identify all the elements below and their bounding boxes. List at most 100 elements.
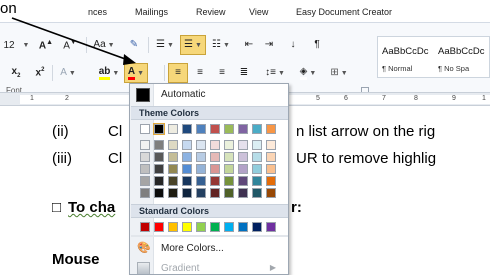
gradient-item[interactable]: Gradient ▶ xyxy=(131,258,288,274)
style-no-spacing[interactable]: AaBbCcDc ¶ No Spa xyxy=(434,37,490,77)
color-swatch[interactable] xyxy=(196,152,206,162)
color-swatch[interactable] xyxy=(154,152,164,162)
color-swatch[interactable] xyxy=(224,188,234,198)
text-highlight-color-button[interactable]: ab ▼ xyxy=(96,63,122,83)
color-swatch[interactable] xyxy=(266,176,276,186)
color-swatch[interactable] xyxy=(154,188,164,198)
center-button[interactable]: ≡ xyxy=(190,63,210,83)
color-swatch[interactable] xyxy=(266,140,276,150)
superscript-button[interactable]: x2 xyxy=(30,63,50,83)
color-swatch[interactable] xyxy=(182,124,192,134)
tab-view[interactable]: View xyxy=(249,7,268,17)
color-swatch[interactable] xyxy=(224,176,234,186)
color-swatch[interactable] xyxy=(140,188,150,198)
align-left-button[interactable]: ≡ xyxy=(168,63,188,83)
color-swatch[interactable] xyxy=(168,222,178,232)
font-color-button[interactable]: A ▼ xyxy=(124,63,148,83)
color-swatch[interactable] xyxy=(154,222,164,232)
color-swatch[interactable] xyxy=(224,152,234,162)
color-swatch[interactable] xyxy=(252,152,262,162)
color-swatch[interactable] xyxy=(168,188,178,198)
color-swatch[interactable] xyxy=(238,152,248,162)
justify-button[interactable]: ≣ xyxy=(234,63,254,83)
color-swatch[interactable] xyxy=(252,222,262,232)
color-swatch[interactable] xyxy=(210,222,220,232)
color-swatch[interactable] xyxy=(168,164,178,174)
numbering-button[interactable]: ☰ ▼ xyxy=(180,35,206,55)
font-size-box[interactable]: 12 xyxy=(0,35,18,55)
color-swatch[interactable] xyxy=(238,124,248,134)
color-swatch[interactable] xyxy=(224,124,234,134)
tab-review[interactable]: Review xyxy=(196,7,226,17)
color-swatch[interactable] xyxy=(182,222,192,232)
color-swatch[interactable] xyxy=(182,188,192,198)
color-swatch[interactable] xyxy=(168,140,178,150)
color-swatch[interactable] xyxy=(140,176,150,186)
color-swatch[interactable] xyxy=(252,140,262,150)
color-swatch[interactable] xyxy=(238,164,248,174)
color-swatch[interactable] xyxy=(210,152,220,162)
bullets-button[interactable]: ☰ ▼ xyxy=(152,35,178,55)
color-swatch[interactable] xyxy=(224,222,234,232)
color-swatch[interactable] xyxy=(168,176,178,186)
color-swatch[interactable] xyxy=(210,124,220,134)
sort-button[interactable]: ↓ xyxy=(284,35,302,55)
color-swatch[interactable] xyxy=(252,164,262,174)
color-swatch[interactable] xyxy=(224,164,234,174)
change-case-button[interactable]: Aa ▼ xyxy=(92,35,116,55)
align-right-button[interactable]: ≡ xyxy=(212,63,232,83)
color-swatch[interactable] xyxy=(252,176,262,186)
color-swatch[interactable] xyxy=(153,123,165,135)
tab-easy-document-creator[interactable]: Easy Document Creator xyxy=(296,7,392,17)
text-effects-button[interactable]: A ▼ xyxy=(58,63,78,83)
color-swatch[interactable] xyxy=(140,152,150,162)
color-swatch[interactable] xyxy=(196,222,206,232)
color-swatch[interactable] xyxy=(210,176,220,186)
color-swatch[interactable] xyxy=(140,222,150,232)
color-swatch[interactable] xyxy=(140,140,150,150)
color-swatch[interactable] xyxy=(154,140,164,150)
color-swatch[interactable] xyxy=(252,188,262,198)
more-colors-item[interactable]: 🎨 More Colors... xyxy=(131,238,288,258)
style-normal[interactable]: AaBbCcDc ¶ Normal xyxy=(378,37,434,77)
color-swatch[interactable] xyxy=(224,140,234,150)
line-spacing-button[interactable]: ↕≡ ▼ xyxy=(262,63,288,83)
color-swatch[interactable] xyxy=(238,222,248,232)
color-swatch[interactable] xyxy=(196,176,206,186)
color-swatch[interactable] xyxy=(210,140,220,150)
color-swatch[interactable] xyxy=(168,152,178,162)
color-swatch[interactable] xyxy=(182,164,192,174)
color-swatch[interactable] xyxy=(182,152,192,162)
color-swatch[interactable] xyxy=(266,124,276,134)
clear-formatting-button[interactable]: ✎ xyxy=(125,35,143,55)
color-swatch[interactable] xyxy=(154,164,164,174)
shrink-font-button[interactable]: A▼ xyxy=(60,35,80,55)
color-swatch[interactable] xyxy=(252,124,262,134)
shading-button[interactable]: ◈ ▼ xyxy=(294,63,322,83)
color-swatch[interactable] xyxy=(238,140,248,150)
show-hide-marks-button[interactable]: ¶ xyxy=(308,35,326,55)
color-swatch[interactable] xyxy=(168,124,178,134)
color-swatch[interactable] xyxy=(210,164,220,174)
styles-gallery[interactable]: AaBbCcDc ¶ Normal AaBbCcDc ¶ No Spa xyxy=(377,36,490,78)
tab-references[interactable]: nces xyxy=(88,7,107,17)
color-swatch[interactable] xyxy=(210,188,220,198)
increase-indent-button[interactable]: ⇥ xyxy=(260,35,278,55)
color-swatch[interactable] xyxy=(266,164,276,174)
grow-font-button[interactable]: A▲ xyxy=(34,35,58,55)
borders-button[interactable]: ⊞ ▼ xyxy=(326,63,352,83)
font-size-dropdown[interactable]: ▼ xyxy=(20,35,30,55)
color-swatch[interactable] xyxy=(196,140,206,150)
subscript-button[interactable]: x2 xyxy=(6,63,26,83)
decrease-indent-button[interactable]: ⇤ xyxy=(240,35,258,55)
color-swatch[interactable] xyxy=(266,222,276,232)
color-swatch[interactable] xyxy=(140,124,150,134)
multilevel-list-button[interactable]: ☷ ▼ xyxy=(208,35,234,55)
color-swatch[interactable] xyxy=(196,188,206,198)
color-swatch[interactable] xyxy=(154,176,164,186)
color-swatch[interactable] xyxy=(196,124,206,134)
color-swatch[interactable] xyxy=(238,176,248,186)
automatic-color-option[interactable]: Automatic xyxy=(131,85,288,105)
tab-mailings[interactable]: Mailings xyxy=(135,7,168,17)
color-swatch[interactable] xyxy=(140,164,150,174)
